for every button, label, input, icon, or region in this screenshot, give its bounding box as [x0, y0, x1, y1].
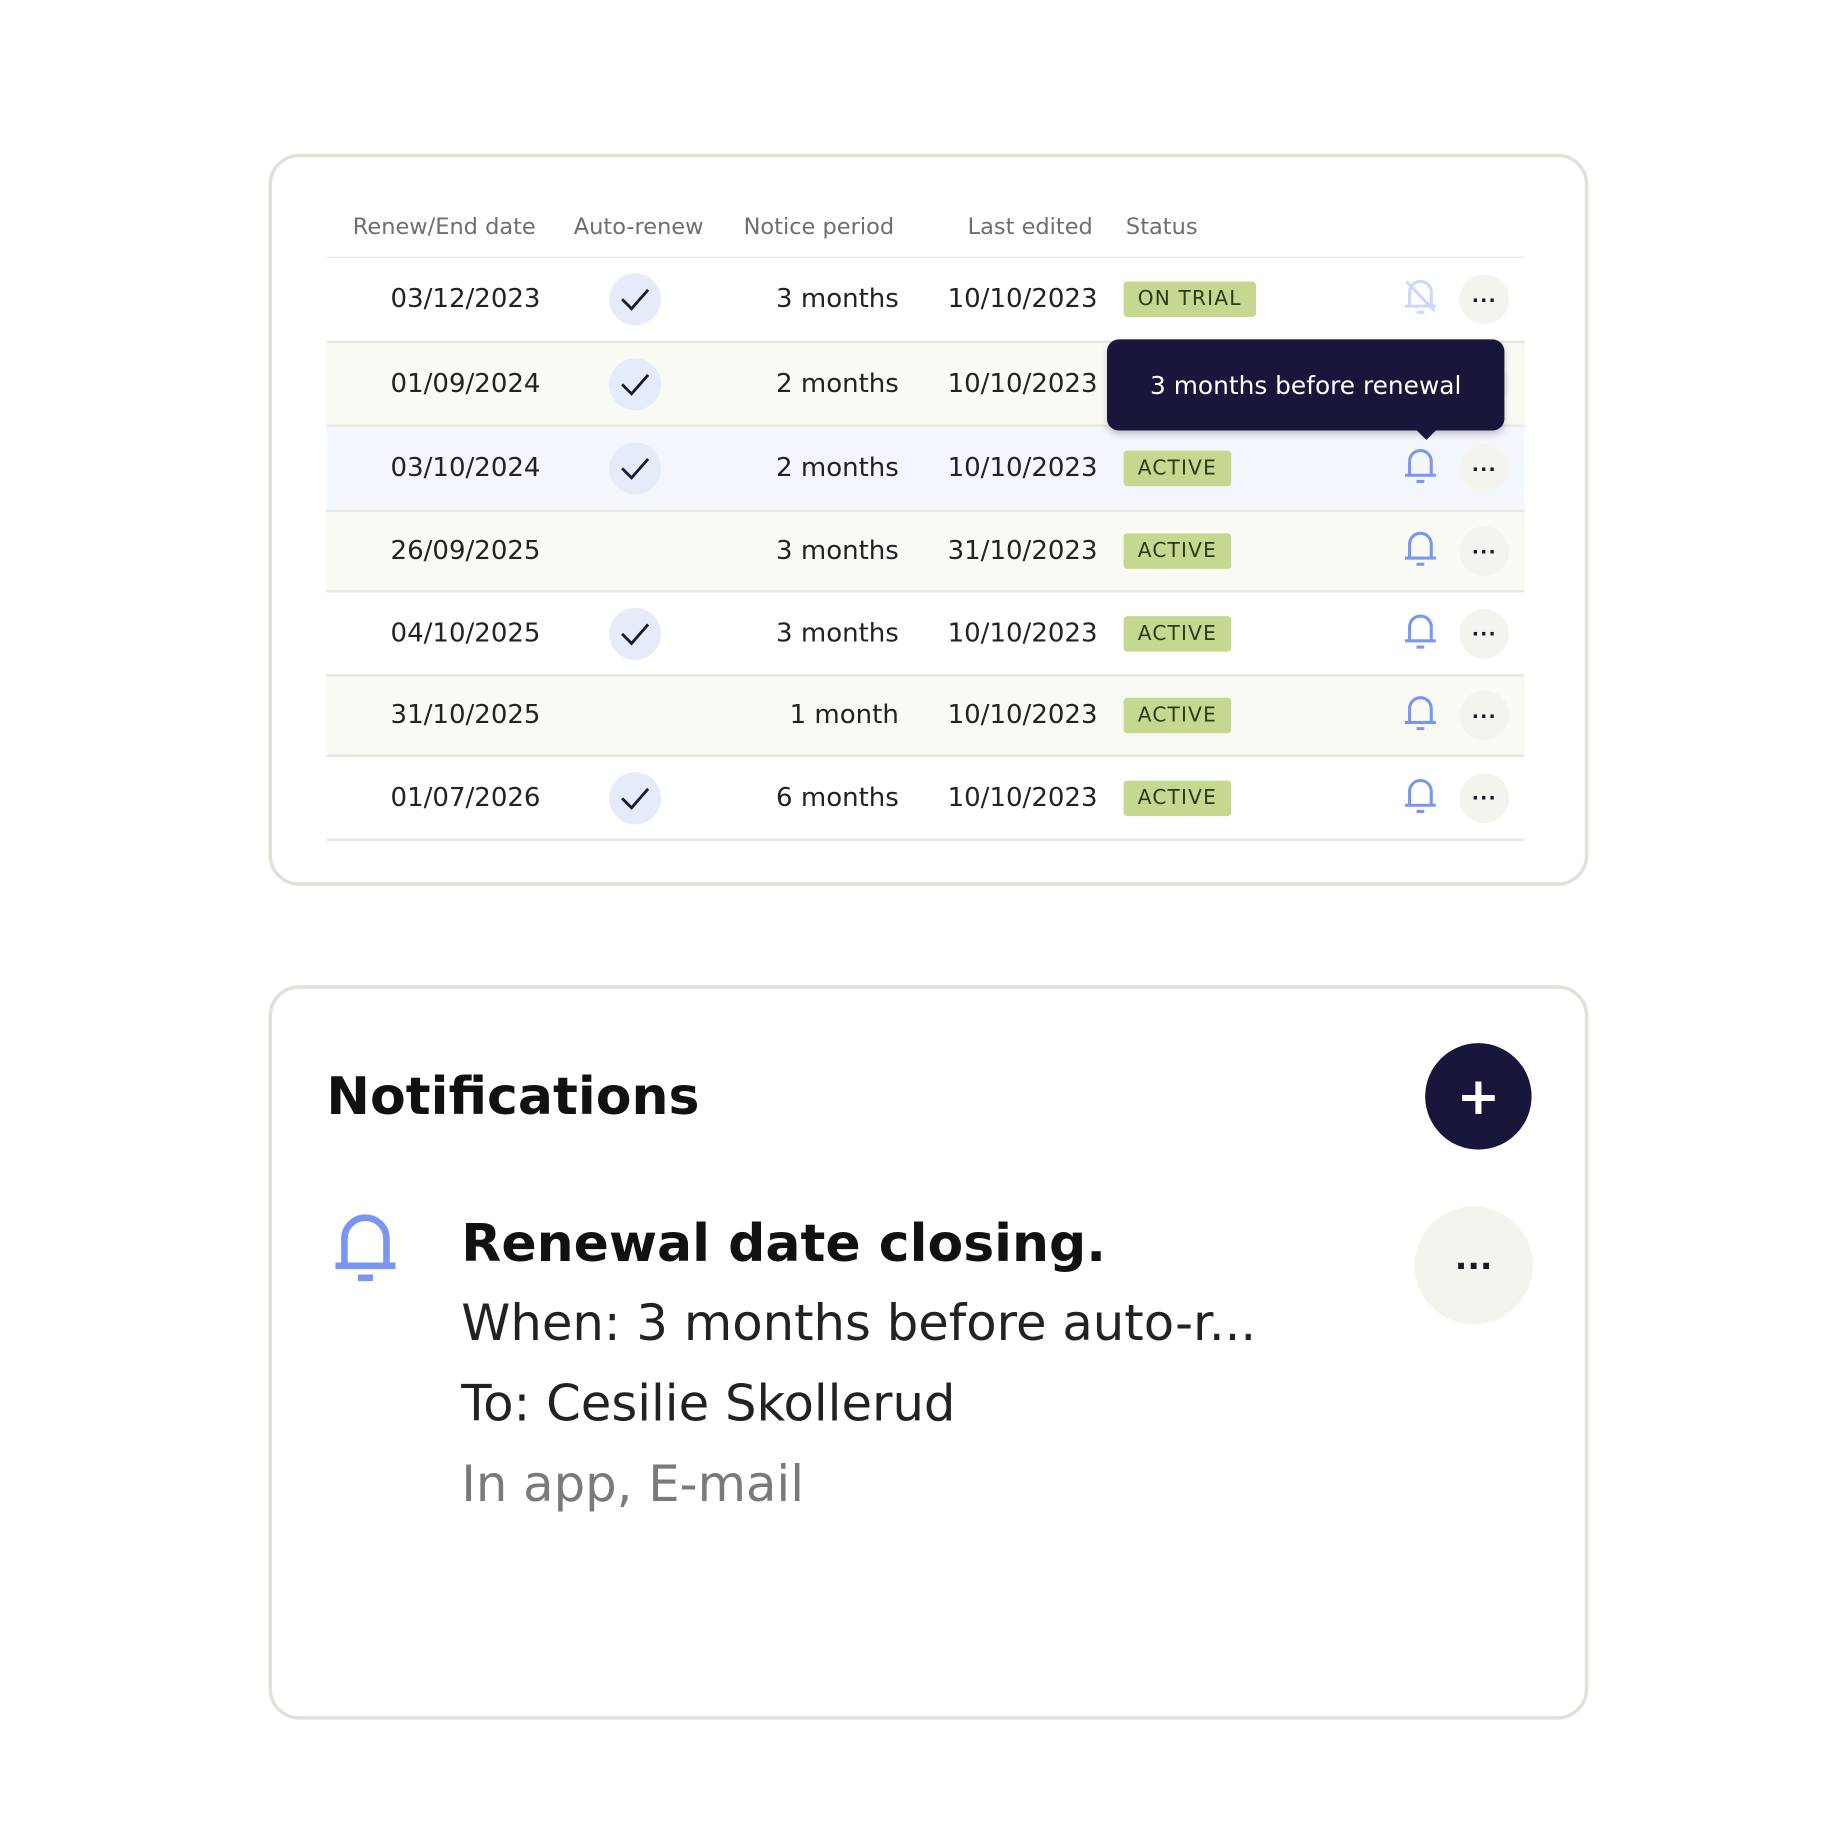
row-more-button[interactable]: ··· [1459, 443, 1510, 494]
status-badge: ACTIVE [1123, 615, 1232, 652]
table-row[interactable]: 04/10/2025 3 months 10/10/2023 ACTIVE ··· [326, 592, 1525, 677]
last-edited: 10/10/2023 [947, 700, 1098, 731]
row-more-button[interactable]: ··· [1459, 274, 1510, 325]
header-status[interactable]: Status [1126, 214, 1198, 240]
header-notice-period[interactable]: Notice period [744, 214, 895, 240]
notifications-card: Notifications + Renewal date closing. Wh… [268, 985, 1589, 1720]
more-icon: ··· [1471, 786, 1497, 809]
status-badge: ACTIVE [1123, 450, 1232, 487]
notifications-title: Notifications [326, 1066, 700, 1128]
last-edited: 10/10/2023 [947, 782, 1098, 813]
auto-renew-check [609, 273, 662, 326]
bell-icon[interactable] [1401, 693, 1439, 738]
bell-icon[interactable] [1401, 529, 1439, 574]
notice-period: 3 months [776, 284, 899, 315]
last-edited: 10/10/2023 [947, 618, 1098, 649]
row-more-button[interactable]: ··· [1459, 772, 1510, 823]
more-icon: ··· [1471, 287, 1497, 311]
check-icon [621, 288, 650, 311]
notice-period: 3 months [776, 536, 899, 566]
more-icon: ··· [1454, 1245, 1493, 1286]
auto-renew-check [609, 607, 662, 660]
more-icon: ··· [1471, 622, 1497, 645]
more-icon: ··· [1471, 704, 1497, 727]
status-badge: ACTIVE [1123, 779, 1232, 816]
contracts-table-card: Renew/End date Auto-renew Notice period … [268, 153, 1589, 886]
notice-period: 6 months [776, 782, 899, 813]
table-row[interactable]: 31/10/2025 1 month 10/10/2023 ACTIVE ··· [326, 676, 1525, 757]
header-last-edited[interactable]: Last edited [968, 214, 1093, 240]
notice-period: 1 month [789, 700, 899, 731]
notification-title: Renewal date closing. [461, 1213, 1107, 1274]
more-icon: ··· [1471, 457, 1497, 480]
table-row[interactable]: 03/12/2023 3 months 10/10/2023 ON TRIAL ··· [326, 257, 1525, 343]
bell-icon[interactable] [1401, 611, 1439, 656]
bell-icon[interactable] [1401, 446, 1439, 491]
header-auto-renew[interactable]: Auto-renew [574, 214, 704, 240]
status-badge: ACTIVE [1123, 533, 1232, 569]
renew-end-date: 31/10/2025 [390, 700, 541, 731]
status-badge: ACTIVE [1123, 697, 1232, 734]
check-icon [621, 457, 650, 480]
renew-end-date: 26/09/2025 [390, 536, 541, 566]
check-icon [621, 622, 650, 645]
table-row[interactable]: 03/10/2024 2 months 10/10/2023 ACTIVE ··· [326, 426, 1525, 513]
last-edited: 10/10/2023 [947, 369, 1098, 399]
last-edited: 10/10/2023 [947, 284, 1098, 315]
renew-end-date: 01/07/2026 [390, 782, 541, 813]
row-more-button[interactable]: ··· [1459, 526, 1510, 576]
auto-renew-check [609, 357, 662, 410]
renew-end-date: 03/10/2024 [390, 453, 541, 484]
plus-icon: + [1456, 1066, 1501, 1127]
bell-off-icon[interactable] [1401, 277, 1439, 322]
auto-renew-check [609, 771, 662, 824]
row-more-button[interactable]: ··· [1459, 608, 1510, 659]
add-notification-button[interactable]: + [1425, 1043, 1532, 1150]
notice-period: 2 months [776, 369, 899, 399]
notice-period: 3 months [776, 618, 899, 649]
row-more-button[interactable]: ··· [1459, 690, 1510, 741]
renew-end-date: 01/09/2024 [390, 369, 541, 399]
renew-end-date: 03/12/2023 [390, 284, 541, 315]
table-row[interactable]: 26/09/2025 3 months 31/10/2023 ACTIVE ··· [326, 512, 1525, 593]
bell-icon[interactable] [1401, 775, 1439, 820]
bell-icon [335, 1214, 396, 1282]
table-row[interactable]: 01/07/2026 6 months 10/10/2023 ACTIVE ··· [326, 756, 1525, 841]
last-edited: 31/10/2023 [947, 536, 1098, 566]
auto-renew-check [609, 442, 662, 495]
last-edited: 10/10/2023 [947, 453, 1098, 484]
renew-end-date: 04/10/2025 [390, 618, 541, 649]
notification-tooltip: 3 months before renewal [1107, 339, 1505, 440]
check-icon [621, 787, 650, 810]
header-renew-end-date[interactable]: Renew/End date [353, 214, 536, 240]
notification-recipient: To: Cesilie Skollerud [461, 1374, 956, 1433]
more-icon: ··· [1471, 539, 1497, 563]
notification-channels: In app, E-mail [461, 1454, 804, 1513]
notice-period: 2 months [776, 453, 899, 484]
status-badge: ON TRIAL [1123, 281, 1256, 317]
notification-when: When: 3 months before auto-r... [461, 1293, 1257, 1352]
notification-more-button[interactable]: ··· [1414, 1206, 1533, 1325]
check-icon [621, 373, 650, 396]
